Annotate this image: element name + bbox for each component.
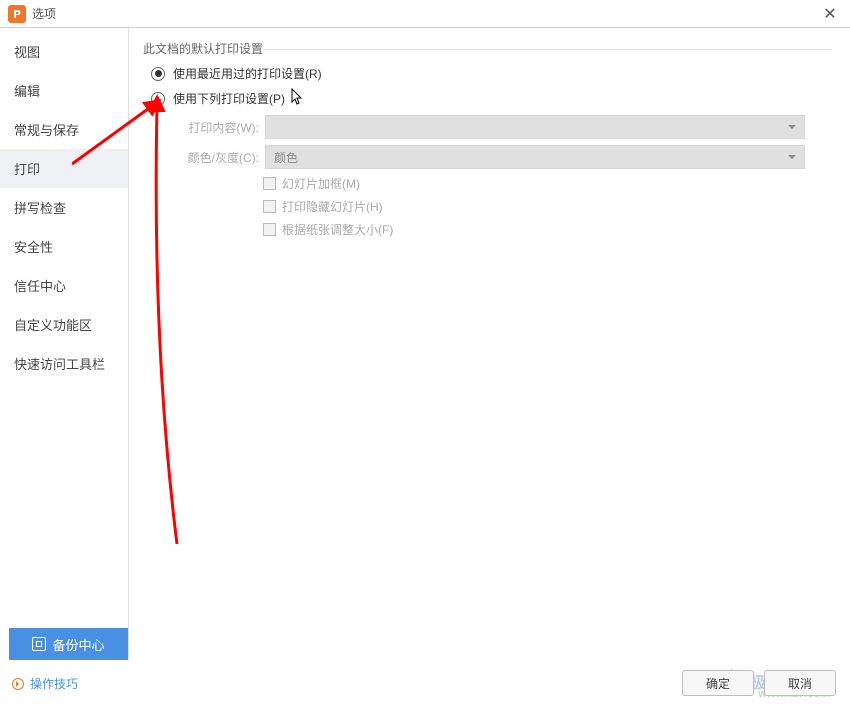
dropdown-color-value: 颜色 xyxy=(274,149,298,166)
close-icon[interactable]: ✕ xyxy=(818,4,842,24)
checkbox-fit[interactable]: 根据纸张调整大小(F) xyxy=(263,221,832,238)
backup-icon xyxy=(32,637,46,651)
title-bar: 选项 ✕ xyxy=(0,0,850,28)
sidebar-item-customize-ribbon[interactable]: 自定义功能区 xyxy=(0,305,128,344)
sidebar-item-spellcheck[interactable]: 拼写检查 xyxy=(0,188,128,227)
checkbox-fit-label: 根据纸张调整大小(F) xyxy=(282,221,393,238)
cursor-icon xyxy=(291,88,305,109)
checkbox-icon xyxy=(263,177,276,190)
group-title: 此文档的默认打印设置 xyxy=(143,40,832,57)
sidebar-item-general-save[interactable]: 常规与保存 xyxy=(0,110,128,149)
window-title: 选项 xyxy=(32,5,818,22)
ok-button[interactable]: 确定 xyxy=(682,670,754,696)
sidebar: 视图 编辑 常规与保存 打印 拼写检查 安全性 信任中心 自定义功能区 快速访问… xyxy=(0,28,128,660)
sidebar-item-qat[interactable]: 快速访问工具栏 xyxy=(0,344,128,383)
play-circle-icon xyxy=(12,678,24,690)
checkbox-frame[interactable]: 幻灯片加框(M) xyxy=(263,175,832,192)
radio-icon xyxy=(151,92,165,106)
backup-label: 备份中心 xyxy=(52,635,104,654)
tips-label: 操作技巧 xyxy=(30,675,78,692)
checkbox-hidden-label: 打印隐藏幻灯片(H) xyxy=(282,198,383,215)
cancel-button[interactable]: 取消 xyxy=(764,670,836,696)
sidebar-item-security[interactable]: 安全性 xyxy=(0,227,128,266)
label-print-content: 打印内容(W): xyxy=(177,119,259,136)
content-area: 视图 编辑 常规与保存 打印 拼写检查 安全性 信任中心 自定义功能区 快速访问… xyxy=(0,28,850,660)
radio-label-below: 使用下列打印设置(P) xyxy=(173,90,285,107)
radio-label-recent: 使用最近用过的打印设置(R) xyxy=(173,65,322,82)
sidebar-item-edit[interactable]: 编辑 xyxy=(0,71,128,110)
checkbox-frame-label: 幻灯片加框(M) xyxy=(282,175,360,192)
tips-link[interactable]: 操作技巧 xyxy=(12,675,78,692)
sidebar-item-view[interactable]: 视图 xyxy=(0,32,128,71)
backup-center-button[interactable]: 备份中心 xyxy=(9,628,128,660)
dropdown-print-content[interactable] xyxy=(265,115,805,139)
app-logo-icon xyxy=(8,5,26,23)
label-color: 颜色/灰度(C): xyxy=(177,149,259,166)
dropdown-color[interactable]: 颜色 xyxy=(265,145,805,169)
row-print-content: 打印内容(W): xyxy=(177,115,832,139)
checkbox-hidden[interactable]: 打印隐藏幻灯片(H) xyxy=(263,198,832,215)
radio-use-recent[interactable]: 使用最近用过的打印设置(R) xyxy=(151,65,832,82)
radio-icon xyxy=(151,67,165,81)
dialog-buttons: 确定 取消 xyxy=(682,670,836,696)
row-color: 颜色/灰度(C): 颜色 xyxy=(177,145,832,169)
checkbox-icon xyxy=(263,223,276,236)
sidebar-item-trust-center[interactable]: 信任中心 xyxy=(0,266,128,305)
sidebar-item-print[interactable]: 打印 xyxy=(0,149,128,188)
radio-use-below[interactable]: 使用下列打印设置(P) xyxy=(151,88,832,109)
main-panel: 此文档的默认打印设置 使用最近用过的打印设置(R) 使用下列打印设置(P) 打印… xyxy=(129,28,850,660)
checkbox-icon xyxy=(263,200,276,213)
